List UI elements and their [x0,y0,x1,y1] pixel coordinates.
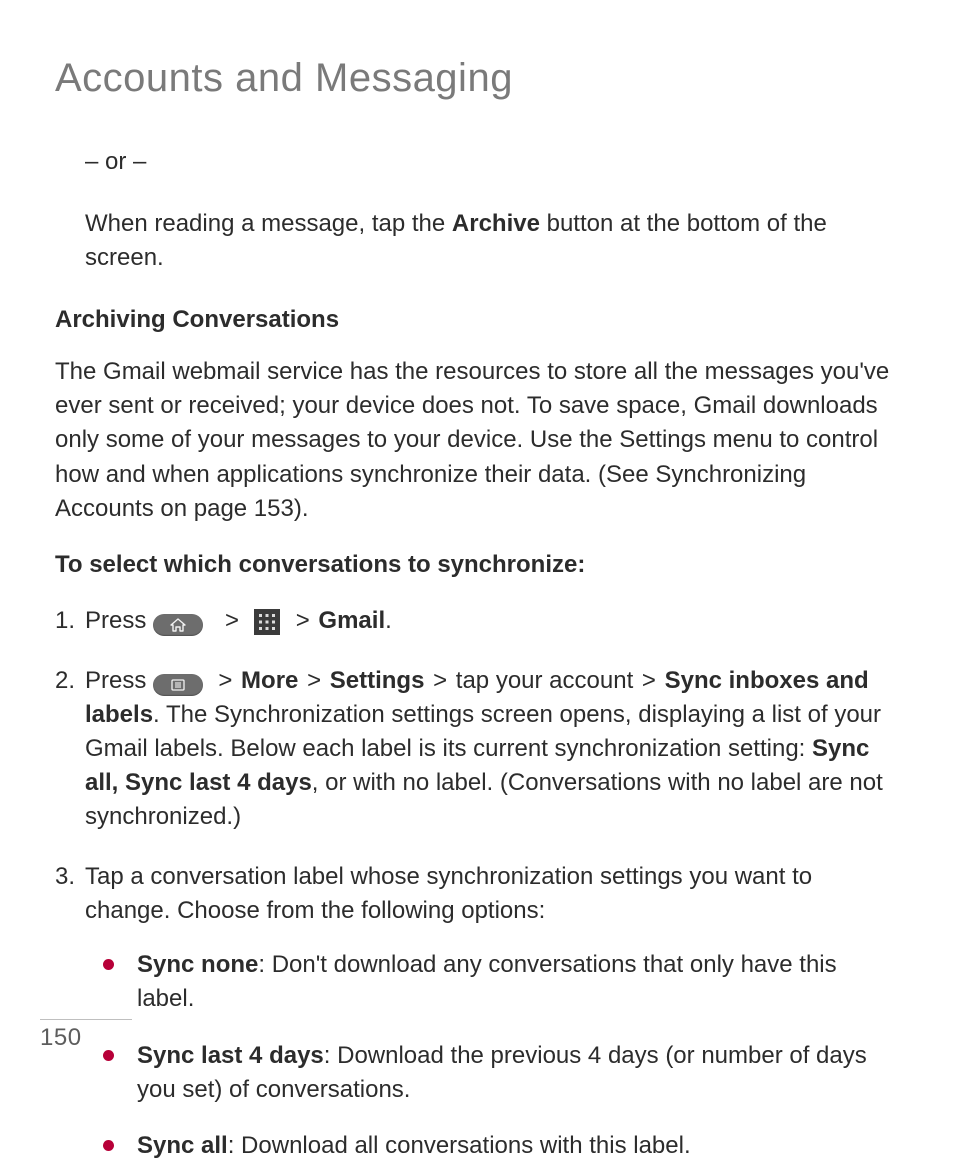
bold-text: Gmail [318,607,385,634]
bold-text: Sync none [137,951,258,978]
step-item: Press > More > Settings > tap your accou… [55,664,899,834]
apps-grid-icon [254,609,280,635]
chevron-separator: > [294,607,312,634]
list-item: Sync none: Don't download any conversati… [85,948,899,1016]
chevron-separator: > [305,667,323,694]
bold-text: Sync all [137,1132,228,1159]
body-content: – or – When reading a message, tap the A… [55,145,899,1163]
text: : Download all conversations with this l… [228,1132,691,1159]
chevron-separator: > [216,667,234,694]
text: Press [85,607,153,634]
subsection-heading: To select which conversations to synchro… [55,548,899,582]
bold-text: More [241,667,298,694]
text: When reading a message, tap the [85,210,452,237]
list-item: Sync all: Download all conversations wit… [85,1129,899,1163]
text: The Synchronization settings screen open… [85,701,881,762]
page-number: 150 [40,1024,82,1052]
intro-paragraph: When reading a message, tap the Archive … [85,207,899,275]
step-item: Press > > Gmail. [55,604,899,638]
home-key-icon [153,614,203,636]
options-list: Sync none: Don't download any conversati… [85,948,899,1162]
chevron-separator: > [640,667,658,694]
or-separator: – or – [85,145,899,179]
page: Accounts and Messaging – or – When readi… [0,0,954,1074]
step-item: Tap a conversation label whose synchroni… [55,860,899,1163]
text: . [385,607,392,634]
footer-divider [40,1019,132,1020]
menu-key-icon [153,674,203,696]
section-heading: Archiving Conversations [55,303,899,337]
steps-list: Press > > Gmail. [55,604,899,1163]
archiving-paragraph: The Gmail webmail service has the resour… [55,355,899,525]
chevron-separator: > [431,667,449,694]
text: tap your account [449,667,640,694]
chevron-separator: > [223,607,241,634]
bold-text: Settings [330,667,425,694]
text: Press [85,667,153,694]
page-title: Accounts and Messaging [55,56,899,101]
text: Tap a conversation label whose synchroni… [85,863,812,924]
bold-text: Sync last 4 days [137,1042,324,1069]
bold-text: Archive [452,210,540,237]
list-item: Sync last 4 days: Download the previous … [85,1039,899,1107]
